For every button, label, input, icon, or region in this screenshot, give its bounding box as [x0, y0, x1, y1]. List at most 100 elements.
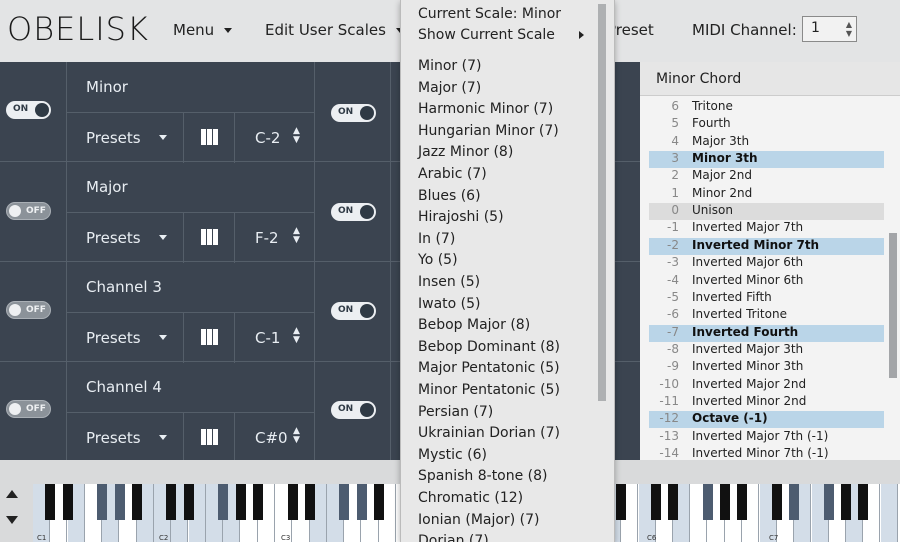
channel-enable-toggle[interactable]: OFF — [6, 400, 51, 418]
note-stepper-icon[interactable]: ▲ ▼ — [293, 427, 300, 445]
channel-enable-toggle[interactable]: OFF — [6, 202, 51, 220]
scale-menu-item[interactable]: Harmonic Minor (7) — [418, 101, 553, 117]
scale-menu-item[interactable]: Bebop Major (8) — [418, 317, 530, 333]
presets-dropdown[interactable]: Presets — [86, 429, 141, 447]
scale-menu-item[interactable]: Persian (7) — [418, 404, 493, 420]
chevron-down-icon[interactable] — [159, 235, 167, 240]
scale-menu-item[interactable]: Arabic (7) — [418, 166, 487, 182]
octave-up-icon[interactable] — [6, 490, 18, 498]
scale-menu-item[interactable]: Ionian (Major) (7) — [418, 512, 539, 528]
interval-row[interactable]: -1 Inverted Major 7th — [649, 220, 884, 237]
interval-row[interactable]: -2 Inverted Minor 7th — [649, 237, 884, 255]
interval-row[interactable]: 4 Major 3th — [649, 134, 884, 151]
keyboard-icon[interactable] — [183, 313, 235, 363]
interval-row[interactable]: -8 Inverted Major 3th — [649, 342, 884, 359]
black-key[interactable] — [720, 484, 730, 520]
chord-panel-scrollbar[interactable] — [889, 233, 897, 378]
channel-toggle-2[interactable]: ON — [331, 203, 376, 221]
black-key[interactable] — [45, 484, 56, 520]
scale-menu-item[interactable]: Jazz Minor (8) — [418, 144, 513, 160]
black-key[interactable] — [702, 484, 713, 520]
interval-row[interactable]: -5 Inverted Fifth — [649, 290, 884, 307]
scale-menu-item[interactable]: Mystic (6) — [418, 447, 487, 463]
presets-dropdown[interactable]: Presets — [86, 229, 141, 247]
chevron-down-icon[interactable] — [159, 335, 167, 340]
presets-dropdown[interactable]: Presets — [86, 329, 141, 347]
interval-row[interactable]: 6 Tritone — [649, 99, 884, 116]
interval-row[interactable]: 5 Fourth — [649, 116, 884, 133]
channel-toggle-2[interactable]: ON — [331, 302, 376, 320]
scale-menu-item[interactable]: Major (7) — [418, 80, 481, 96]
interval-row[interactable]: -12 Octave (-1) — [649, 411, 884, 429]
channel-toggle-2[interactable]: ON — [331, 104, 376, 122]
black-key[interactable] — [823, 484, 834, 520]
chevron-down-icon[interactable] — [159, 435, 167, 440]
interval-row[interactable]: -11 Inverted Minor 2nd — [649, 394, 884, 411]
show-current-scale-item[interactable]: Show Current Scale — [418, 27, 555, 43]
black-key[interactable] — [114, 484, 125, 520]
white-key[interactable] — [880, 484, 898, 542]
black-key[interactable] — [616, 484, 627, 520]
black-key[interactable] — [374, 484, 384, 520]
scale-menu-item[interactable]: Ukrainian Dorian (7) — [418, 425, 560, 441]
interval-row[interactable]: 1 Minor 2nd — [649, 186, 884, 203]
channel-name[interactable]: Minor — [66, 62, 314, 112]
interval-row[interactable]: 3 Minor 3th — [649, 151, 884, 169]
black-key[interactable] — [62, 484, 73, 520]
scale-menu-item[interactable]: Blues (6) — [418, 188, 481, 204]
black-key[interactable] — [166, 484, 177, 520]
black-key[interactable] — [737, 484, 748, 520]
black-key[interactable] — [252, 484, 263, 520]
black-key[interactable] — [218, 484, 229, 520]
scale-menu-item[interactable]: Hirajoshi (5) — [418, 209, 504, 225]
scale-menu-item[interactable]: Hungarian Minor (7) — [418, 123, 559, 139]
black-key[interactable] — [339, 484, 350, 520]
scale-menu-item[interactable]: Bebop Dominant (8) — [418, 339, 560, 355]
black-key[interactable] — [183, 484, 194, 520]
stepper-arrows-icon[interactable]: ▲ ▼ — [846, 20, 852, 38]
black-key[interactable] — [287, 484, 298, 520]
interval-row[interactable]: -13 Inverted Major 7th (-1) — [649, 429, 884, 446]
menu-button[interactable]: Menu — [173, 21, 233, 39]
interval-row[interactable]: -7 Inverted Fourth — [649, 324, 884, 342]
black-key[interactable] — [841, 484, 852, 520]
scale-menu-item[interactable]: Minor (7) — [418, 58, 481, 74]
black-key[interactable] — [304, 484, 315, 520]
black-key[interactable] — [131, 484, 142, 520]
channel-name[interactable]: Channel 4 — [66, 362, 314, 412]
dropdown-scrollbar[interactable] — [598, 4, 606, 401]
keyboard-icon[interactable] — [183, 113, 235, 163]
interval-row[interactable]: -4 Inverted Minor 6th — [649, 273, 884, 290]
scale-menu-item[interactable]: Minor Pentatonic (5) — [418, 382, 560, 398]
black-key[interactable] — [771, 484, 782, 520]
black-key[interactable] — [650, 484, 661, 520]
presets-dropdown[interactable]: Presets — [86, 129, 141, 147]
scale-menu-item[interactable]: Yo (5) — [418, 252, 458, 268]
interval-row[interactable]: 2 Major 2nd — [649, 168, 884, 185]
black-key[interactable] — [789, 484, 800, 520]
keyboard-icon[interactable] — [183, 413, 235, 463]
keyboard-icon[interactable] — [183, 213, 235, 263]
interval-row[interactable]: 0 Unison — [649, 203, 884, 221]
octave-down-icon[interactable] — [6, 516, 18, 524]
channel-name[interactable]: Major — [66, 162, 314, 212]
black-key[interactable] — [668, 484, 679, 520]
channel-name[interactable]: Channel 3 — [66, 262, 314, 312]
channel-enable-toggle[interactable]: OFF — [6, 301, 51, 319]
scale-menu-item[interactable]: Major Pentatonic (5) — [418, 360, 560, 376]
black-key[interactable] — [356, 484, 367, 520]
note-stepper-icon[interactable]: ▲ ▼ — [293, 227, 300, 245]
black-key[interactable] — [858, 484, 869, 520]
chevron-down-icon[interactable] — [159, 135, 167, 140]
note-stepper-icon[interactable]: ▲ ▼ — [293, 327, 300, 345]
edit-user-scales-button[interactable]: Edit User Scales — [265, 21, 404, 39]
scale-menu-item[interactable]: In (7) — [418, 231, 455, 247]
black-key[interactable] — [97, 484, 108, 520]
note-stepper-icon[interactable]: ▲ ▼ — [293, 127, 300, 145]
interval-row[interactable]: -9 Inverted Minor 3th — [649, 359, 884, 376]
interval-row[interactable]: -3 Inverted Major 6th — [649, 255, 884, 272]
interval-row[interactable]: -10 Inverted Major 2nd — [649, 377, 884, 394]
scale-menu-item[interactable]: Chromatic (12) — [418, 490, 523, 506]
channel-toggle-2[interactable]: ON — [331, 401, 376, 419]
scale-menu-item[interactable]: Spanish 8-tone (8) — [418, 468, 548, 484]
